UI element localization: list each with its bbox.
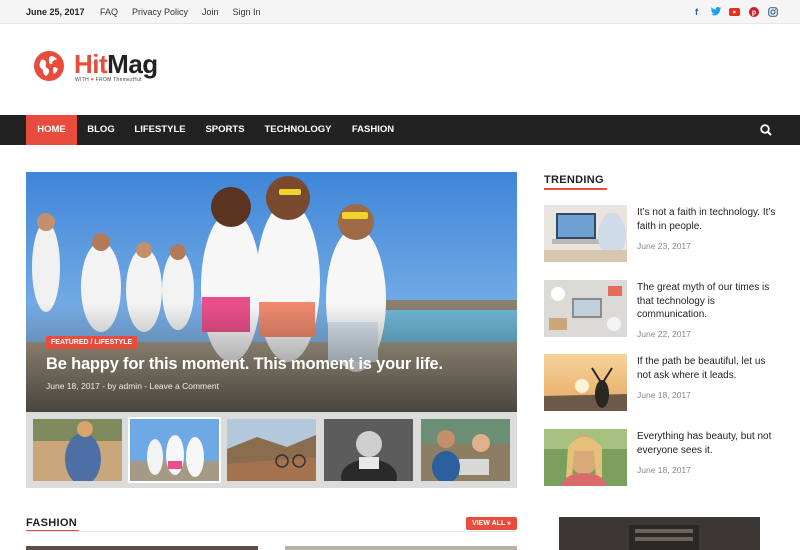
tagline-prefix: WITH [75, 77, 89, 83]
site-brand[interactable]: HitMag [74, 49, 158, 80]
trending-thumb-2[interactable] [544, 280, 627, 337]
trending-thumb-3[interactable] [544, 354, 627, 411]
nav-item-lifestyle[interactable]: LIFESTYLE [128, 115, 192, 145]
nav-item-sports[interactable]: SPORTS [198, 115, 252, 145]
tagline-suffix: FROM ThemezHut [95, 77, 142, 83]
brand-tagline: WITH ♥ FROM ThemezHut [75, 77, 142, 83]
top-bar: June 25, 2017 FAQ Privacy Policy Join Si… [0, 0, 800, 24]
twitter-icon[interactable] [710, 6, 721, 17]
youtube-icon[interactable] [729, 6, 740, 17]
featured-post-title[interactable]: Be happy for this moment. This moment is… [46, 355, 443, 374]
trending-title-3[interactable]: If the path be beautiful, let us not ask… [637, 355, 777, 382]
featured-post-meta: June 18, 2017 - by admin - Leave a Comme… [46, 381, 219, 391]
brand-name-part1: Hit [74, 49, 108, 79]
view-all-button[interactable]: VIEW ALL » [466, 517, 517, 530]
sign-in-link[interactable]: Sign In [233, 7, 261, 17]
brand-name-part2: Mag [107, 49, 158, 79]
heart-icon: ♥ [90, 77, 94, 83]
slider-thumb-3[interactable] [227, 419, 316, 481]
current-date: June 25, 2017 [26, 7, 85, 17]
trending-thumb-1[interactable] [544, 205, 627, 262]
slider-thumb-2[interactable] [128, 417, 221, 483]
fashion-heading: FASHION [26, 517, 77, 529]
trending-title-4[interactable]: Everything has beauty, but not everyone … [637, 430, 777, 457]
nav-item-home[interactable]: HOME [26, 115, 77, 145]
search-icon[interactable] [760, 124, 772, 136]
trending-date-2: June 22, 2017 [637, 329, 691, 339]
slider-thumb-5[interactable] [421, 419, 510, 481]
faq-link[interactable]: FAQ [100, 7, 118, 17]
nav-item-blog[interactable]: BLOG [82, 115, 120, 145]
featured-overlay [26, 172, 517, 412]
trending-title-1[interactable]: It’s not a faith in technology. It’s fai… [637, 206, 777, 233]
trending-thumb-4[interactable] [544, 429, 627, 486]
svg-text:p: p [751, 9, 755, 16]
sidebar-image[interactable] [559, 517, 760, 550]
instagram-icon[interactable] [767, 6, 778, 17]
fashion-thumb-2[interactable] [285, 546, 517, 550]
trending-underline [544, 188, 607, 190]
facebook-icon[interactable]: f [691, 6, 702, 17]
trending-title-2[interactable]: The great myth of our times is that tech… [637, 281, 777, 322]
pinterest-icon[interactable]: p [748, 6, 759, 17]
slider-thumb-1[interactable] [33, 419, 122, 481]
privacy-policy-link[interactable]: Privacy Policy [132, 7, 188, 17]
featured-category-badge[interactable]: FEATURED / LIFESTYLE [46, 336, 138, 349]
slider-thumb-4[interactable] [324, 419, 413, 481]
globe-logo-icon[interactable] [34, 51, 64, 81]
fashion-divider [26, 531, 517, 532]
nav-item-fashion[interactable]: FASHION [345, 115, 401, 145]
trending-date-1: June 23, 2017 [637, 241, 691, 251]
trending-date-4: June 18, 2017 [637, 465, 691, 475]
trending-heading: TRENDING [544, 174, 604, 186]
fashion-thumb-1[interactable] [26, 546, 258, 550]
join-link[interactable]: Join [202, 7, 219, 17]
nav-item-technology[interactable]: TECHNOLOGY [259, 115, 337, 145]
social-links: f p [691, 6, 778, 17]
top-links: FAQ Privacy Policy Join Sign In [100, 7, 261, 17]
trending-date-3: June 18, 2017 [637, 390, 691, 400]
main-navigation: HOME BLOG LIFESTYLE SPORTS TECHNOLOGY FA… [0, 115, 800, 145]
